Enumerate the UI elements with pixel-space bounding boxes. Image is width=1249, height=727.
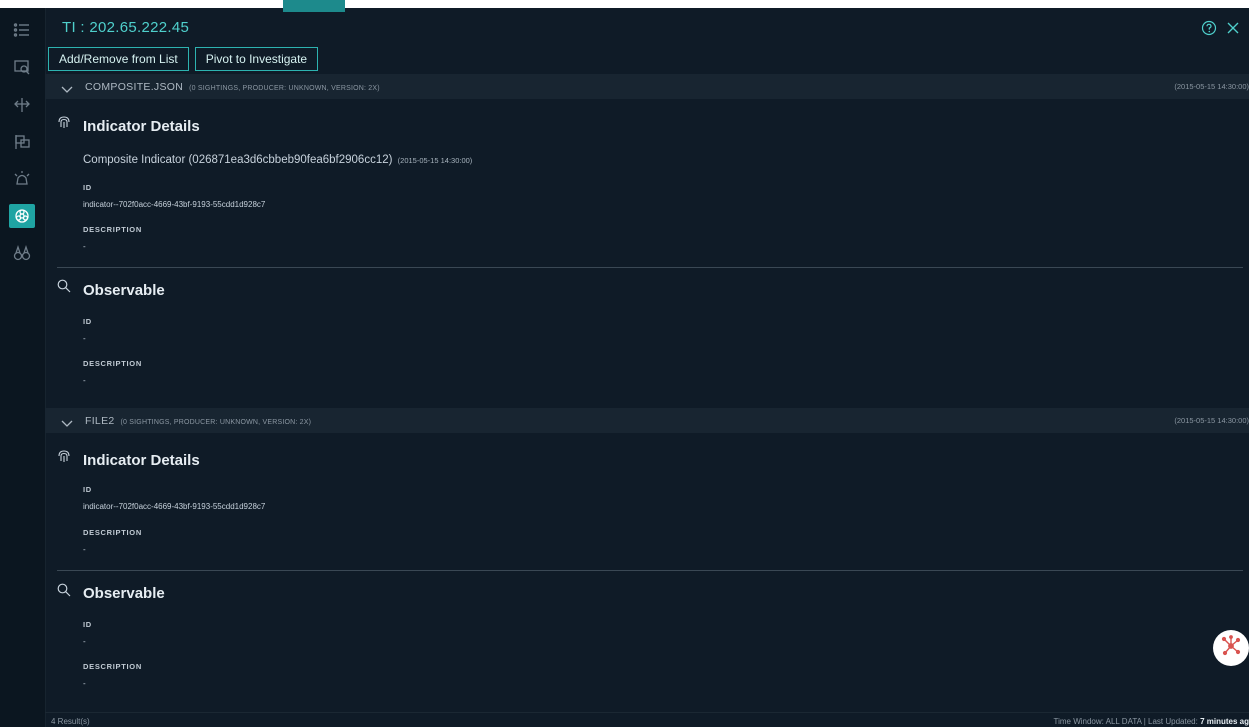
last-updated-value: 7 minutes ag <box>1200 717 1249 726</box>
action-buttons: Add/Remove from List Pivot to Investigat… <box>48 47 319 71</box>
id-value: indicator--702f0acc-4669-43bf-9193-55cdd… <box>83 502 266 511</box>
id-label: ID <box>83 183 92 192</box>
observable-title: Observable <box>83 585 165 602</box>
section-time: (2015-05-15 14:30:00) <box>1174 416 1249 425</box>
divider <box>57 267 1243 268</box>
section-meta: (0 SIGHTINGS, PRODUCER: UNKNOWN, VERSION… <box>120 418 312 426</box>
pivot-to-investigate-button[interactable]: Pivot to Investigate <box>194 47 319 71</box>
fingerprint-icon <box>57 449 71 468</box>
description-label: DESCRIPTION <box>83 225 142 234</box>
pivot-icon[interactable] <box>9 93 35 117</box>
indicator-details-title: Indicator Details <box>83 118 200 135</box>
list-icon[interactable] <box>9 18 35 42</box>
description-value: - <box>83 679 86 688</box>
search-icon <box>57 279 71 298</box>
chevron-down-icon[interactable] <box>61 415 73 433</box>
time-window-status: Time Window: ALL DATA | Last Updated: 7 … <box>1053 717 1249 726</box>
close-icon[interactable] <box>1225 20 1241 36</box>
search-window-icon[interactable] <box>9 55 35 79</box>
network-graph-button[interactable] <box>1213 630 1249 666</box>
flag-panel-icon[interactable] <box>9 130 35 154</box>
add-remove-list-button[interactable]: Add/Remove from List <box>48 47 189 71</box>
section-header-composite[interactable]: COMPOSITE.JSON (0 SIGHTINGS, PRODUCER: UN… <box>45 74 1249 99</box>
binoculars-icon[interactable] <box>9 241 35 265</box>
id-value: - <box>83 637 86 646</box>
id-label: ID <box>83 620 92 629</box>
description-value: - <box>83 242 86 251</box>
section-title: FILE2 (0 SIGHTINGS, PRODUCER: UNKNOWN, VE… <box>85 415 311 427</box>
network-graph-icon <box>1220 634 1242 662</box>
time-window-text: Time Window: ALL DATA | Last Updated: <box>1053 717 1198 726</box>
composite-indicator-name: Composite Indicator (026871ea3d6cbbeb90f… <box>83 154 393 166</box>
search-icon <box>57 583 71 602</box>
section-header-file2[interactable]: FILE2 (0 SIGHTINGS, PRODUCER: UNKNOWN, VE… <box>45 408 1249 433</box>
id-value: - <box>83 334 86 343</box>
section-title: COMPOSITE.JSON (0 SIGHTINGS, PRODUCER: UN… <box>85 81 380 93</box>
section-name: COMPOSITE.JSON <box>85 80 184 93</box>
indicator-details-title: Indicator Details <box>83 452 200 469</box>
description-label: DESCRIPTION <box>83 528 142 537</box>
description-value: - <box>83 545 86 554</box>
results-panel: COMPOSITE.JSON (0 SIGHTINGS, PRODUCER: UN… <box>45 74 1249 714</box>
id-value: indicator--702f0acc-4669-43bf-9193-55cdd… <box>83 200 266 209</box>
app-frame: TI : 202.65.222.45 Add/Remove from List … <box>0 0 1249 727</box>
alarm-icon[interactable] <box>9 167 35 191</box>
description-label: DESCRIPTION <box>83 359 142 368</box>
section-meta: (0 SIGHTINGS, PRODUCER: UNKNOWN, VERSION… <box>189 84 380 92</box>
id-label: ID <box>83 317 92 326</box>
id-label: ID <box>83 485 92 494</box>
composite-indicator-text: Composite Indicator (026871ea3d6cbbeb90f… <box>83 154 472 166</box>
top-active-indicator <box>283 0 345 12</box>
help-icon[interactable] <box>1201 20 1217 36</box>
top-strip <box>0 0 1249 8</box>
result-count: 4 Result(s) <box>51 717 90 726</box>
fingerprint-icon <box>57 115 71 134</box>
page-title: TI : 202.65.222.45 <box>62 19 190 36</box>
description-label: DESCRIPTION <box>83 662 142 671</box>
description-value: - <box>83 376 86 385</box>
chevron-down-icon[interactable] <box>61 81 73 99</box>
left-rail <box>0 8 46 727</box>
status-bar: 4 Result(s) Time Window: ALL DATA | Last… <box>45 712 1249 727</box>
section-name: FILE2 <box>85 414 115 427</box>
composite-indicator-time: (2015-05-15 14:30:00) <box>397 156 473 165</box>
divider <box>57 570 1243 571</box>
observable-title: Observable <box>83 282 165 299</box>
biohazard-icon[interactable] <box>9 204 35 228</box>
header-icons <box>1201 20 1241 36</box>
section-time: (2015-05-15 14:30:00) <box>1174 82 1249 91</box>
